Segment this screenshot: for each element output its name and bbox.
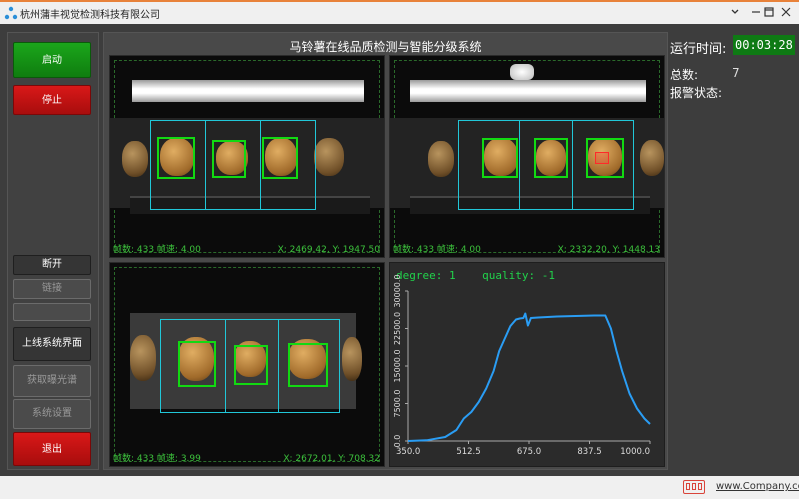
frame-stats: 帧数: 433 帧速: 4.00 xyxy=(393,245,481,255)
cursor-coords: X: 2332.20, Y: 1448.13 xyxy=(557,245,660,255)
spectrum-series-line xyxy=(407,312,651,442)
company-logo-icon xyxy=(683,480,705,494)
close-icon xyxy=(781,7,791,17)
total-label: 总数: xyxy=(670,68,699,82)
detection-box xyxy=(482,138,518,178)
y-tick-label: 22500.0 xyxy=(393,312,402,345)
detection-box xyxy=(288,343,328,387)
camera-view-1[interactable]: 帧数: 433 帧速: 4.00 X: 2469.42, Y: 1947.50 xyxy=(109,55,385,258)
status-panel: 运行时间: 00:03:28 总数: 7 报警状态: xyxy=(670,32,795,152)
control-sidebar: 启动 停止 断开 链接 上线系统界面 获取曝光谱 系统设置 退出 xyxy=(7,32,99,470)
cursor-coords: X: 2672.01, Y: 708.32 xyxy=(283,454,380,464)
potato xyxy=(130,335,156,381)
detection-box xyxy=(178,341,216,387)
get-spectrum-button[interactable]: 获取曝光谱 xyxy=(13,365,91,397)
y-tick-label: 0.0 xyxy=(393,435,402,448)
lamp xyxy=(510,64,534,80)
x-tick-label: 675.0 xyxy=(517,447,541,457)
page-title: 马铃薯在线品质检测与智能分级系统 xyxy=(289,40,482,54)
detection-box xyxy=(234,345,268,385)
connect-button[interactable]: 链接 xyxy=(13,279,91,299)
window-title: 杭州蒲丰视觉检测科技有限公司 xyxy=(20,10,160,21)
potato xyxy=(122,141,148,177)
x-tick-label: 837.5 xyxy=(577,447,601,457)
minimize-button[interactable] xyxy=(725,3,745,21)
runtime-value: 00:03:28 xyxy=(733,35,795,55)
alarm-status-label: 报警状态: xyxy=(670,86,723,100)
chart-series xyxy=(407,312,651,442)
defect-box xyxy=(595,152,609,164)
light-bar xyxy=(132,80,364,102)
camera-view-2[interactable]: 帧数: 433 帧速: 4.00 X: 2332.20, Y: 1448.13 xyxy=(389,55,665,258)
close-button[interactable] xyxy=(776,3,796,21)
cursor-coords: X: 2469.42, Y: 1947.50 xyxy=(277,245,380,255)
system-settings-button[interactable]: 系统设置 xyxy=(13,399,91,429)
detection-box xyxy=(262,137,298,179)
y-tick-label: 30000.0 xyxy=(393,274,402,307)
runtime-label: 运行时间: xyxy=(670,42,727,57)
y-tick-label: 7500.0 xyxy=(393,390,402,418)
detection-box xyxy=(212,140,246,178)
potato xyxy=(314,138,344,176)
maximize-icon xyxy=(764,7,774,17)
camera-view-3[interactable]: 帧数: 433 帧速: 3.99 X: 2672.01, Y: 708.32 xyxy=(109,262,385,467)
main-area: 启动 停止 断开 链接 上线系统界面 获取曝光谱 系统设置 退出 马铃薯在线品质… xyxy=(0,24,799,476)
x-tick-label: 1000.0 xyxy=(620,447,650,457)
light-bar xyxy=(410,80,646,102)
total-value: 7 xyxy=(732,66,740,80)
title-bar: 杭州蒲丰视觉检测科技有限公司 xyxy=(0,0,799,24)
disconnect-button[interactable]: 断开 xyxy=(13,255,91,275)
potato xyxy=(428,141,454,177)
chevron-down-icon xyxy=(731,9,739,14)
spectrum-plot: 350.0 512.5 675.0 837.5 1000.0 0.0 7500.0 15000… xyxy=(393,274,651,457)
y-tick-label: 15000.0 xyxy=(393,349,402,382)
online-system-ui-button[interactable]: 上线系统界面 xyxy=(13,327,91,361)
exit-button[interactable]: 退出 xyxy=(13,432,91,466)
frame-stats: 帧数: 433 帧速: 3.99 xyxy=(113,454,201,464)
frame-stats: 帧数: 433 帧速: 4.00 xyxy=(113,245,201,255)
detection-box xyxy=(157,137,195,179)
x-tick-label: 350.0 xyxy=(396,447,420,457)
app-logo-icon xyxy=(4,6,18,20)
center-panel: 马铃薯在线品质检测与智能分级系统 帧数: 433 帧速: 4.00 X: 246… xyxy=(103,32,668,470)
potato xyxy=(342,337,362,381)
chart-axes: 350.0 512.5 675.0 837.5 1000.0 0.0 7500.0 15000… xyxy=(393,274,651,457)
detection-box xyxy=(534,138,568,178)
spectrum-chart[interactable]: degree: 1 quality: -1 350.0 512.5 675.0 837… xyxy=(389,262,665,467)
blank-button[interactable] xyxy=(13,303,91,321)
status-bar: www.Company.com xyxy=(0,476,799,499)
company-link[interactable]: www.Company.com xyxy=(716,481,799,492)
start-button[interactable]: 启动 xyxy=(13,42,91,78)
stop-button[interactable]: 停止 xyxy=(13,85,91,115)
x-tick-label: 512.5 xyxy=(456,447,480,457)
potato xyxy=(640,140,664,176)
